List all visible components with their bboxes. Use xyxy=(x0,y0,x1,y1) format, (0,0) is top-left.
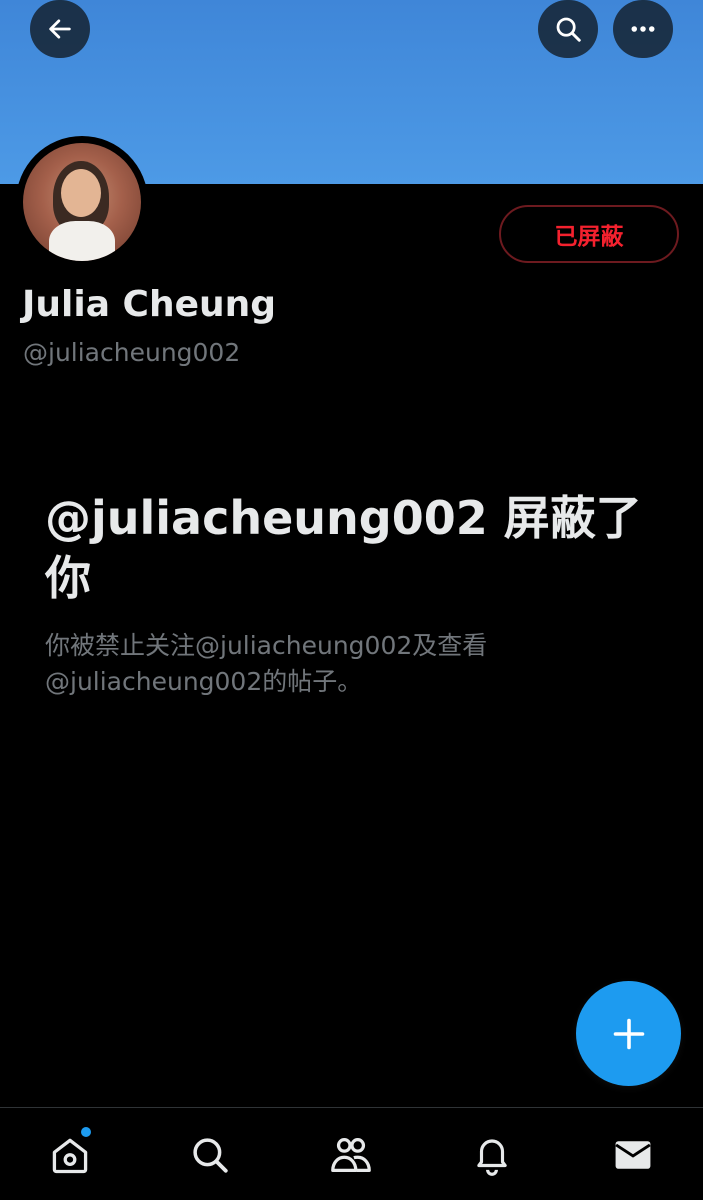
home-icon xyxy=(52,1138,88,1174)
avatar xyxy=(23,143,141,261)
blocked-notice-description: 你被禁止关注@juliacheung002及查看@juliacheung002的… xyxy=(45,631,488,696)
communities-icon xyxy=(331,1138,371,1172)
home-notification-dot xyxy=(81,1127,91,1137)
avatar-container[interactable] xyxy=(16,136,148,268)
blocked-button[interactable]: 已屏蔽 xyxy=(499,205,679,263)
nav-messages[interactable] xyxy=(608,1130,658,1180)
more-options-button[interactable] xyxy=(613,0,673,58)
search-icon xyxy=(556,17,581,42)
search-icon xyxy=(193,1138,228,1173)
user-handle: @juliacheung002 xyxy=(23,338,241,367)
nav-communities[interactable] xyxy=(326,1130,376,1180)
mail-icon xyxy=(615,1141,651,1169)
search-button[interactable] xyxy=(538,0,598,58)
back-button[interactable] xyxy=(30,0,90,58)
compose-post-button[interactable] xyxy=(576,981,681,1086)
nav-notifications[interactable] xyxy=(467,1130,517,1180)
plus-icon xyxy=(613,1018,644,1049)
arrow-left-icon xyxy=(49,19,71,39)
display-name: Julia Cheung xyxy=(22,284,277,325)
blocked-notice-title: @juliacheung002 屏蔽了你 xyxy=(45,491,642,605)
nav-home[interactable] xyxy=(45,1130,95,1180)
more-horizontal-icon xyxy=(631,26,655,32)
bottom-navigation xyxy=(0,1107,703,1200)
bell-icon xyxy=(477,1139,507,1176)
nav-explore[interactable] xyxy=(185,1130,235,1180)
